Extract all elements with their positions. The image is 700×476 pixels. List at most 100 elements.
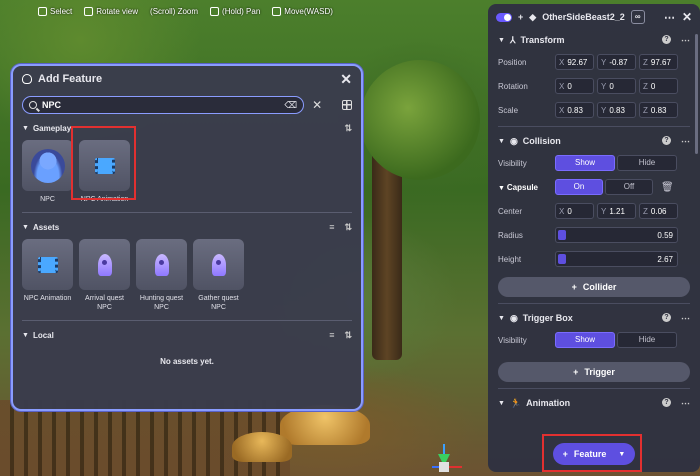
film-icon (37, 256, 58, 273)
close-icon[interactable]: ✕ (340, 71, 352, 88)
more-icon[interactable]: ⋯ (681, 398, 690, 409)
help-icon[interactable]: ? (662, 397, 671, 407)
gameplay-section-header[interactable]: ▼ Gameplay ⇅ (13, 120, 361, 136)
hint-move: Move(WASD) (272, 6, 333, 16)
height-slider[interactable]: 2.67 (555, 251, 678, 267)
scene-tree-foliage (360, 60, 480, 180)
capsule-off-option[interactable]: Off (605, 179, 653, 195)
help-icon[interactable]: ? (662, 135, 671, 145)
collapse-triangle-icon: ▼ (22, 124, 29, 132)
search-row: ⌫ ✕ (13, 92, 361, 114)
capsule-header[interactable]: ▼ Capsule (498, 183, 555, 192)
help-icon[interactable]: ? (662, 34, 671, 44)
divider (498, 303, 690, 304)
sort-icon[interactable]: ⇅ (344, 123, 352, 134)
divider (498, 126, 690, 127)
collapse-triangle-icon: ▼ (498, 36, 505, 44)
position-y-field[interactable]: Y -0.87 (597, 54, 636, 70)
divider (22, 320, 352, 322)
add-icon[interactable]: + (518, 12, 523, 22)
link-icon[interactable]: ∞ (630, 10, 645, 24)
add-feature-title: Add Feature (38, 73, 103, 85)
local-section-header[interactable]: ▼ Local ≡ ⇅ (13, 327, 361, 343)
trigger-hide-option[interactable]: Hide (617, 332, 677, 348)
collapse-triangle-icon: ▼ (498, 399, 505, 407)
assets-section-header[interactable]: ▼ Assets ≡ ⇅ (13, 219, 361, 235)
animation-header[interactable]: ▼ 🏃 Animation ? ⋯ (498, 393, 690, 413)
trigger-box-section: ▼ ◉ Trigger Box ? ⋯ Visibility Show Hide … (488, 308, 700, 382)
cube-icon: ◆ (529, 11, 537, 22)
center-y-field[interactable]: Y 1.21 (597, 203, 636, 219)
mouse-middle-icon (210, 6, 220, 16)
asset-thumbnail (79, 239, 130, 291)
position-x-field[interactable]: X 92.67 (555, 54, 594, 70)
collision-visibility-row: Visibility Show Hide (498, 151, 690, 175)
asset-card-hunting-quest[interactable]: Hunting quest NPC (136, 239, 187, 312)
trigger-visibility-row: Visibility Show Hide (498, 328, 690, 352)
transform-icon: ⅄ (509, 34, 516, 45)
scale-z-field[interactable]: Z 0.83 (639, 102, 678, 118)
help-icon[interactable]: ? (662, 312, 671, 322)
highlight-box (542, 434, 642, 472)
mouse-left-icon (38, 6, 47, 16)
feature-card-npc[interactable]: NPC (22, 140, 73, 204)
trigger-box-header[interactable]: ▼ ◉ Trigger Box ? ⋯ (498, 308, 690, 328)
more-icon[interactable]: ⋯ (681, 313, 690, 324)
rotation-x-field[interactable]: X0 (555, 78, 594, 94)
collapse-triangle-icon: ▼ (498, 314, 505, 322)
scrollbar[interactable] (695, 34, 698, 154)
add-feature-panel: Add Feature ✕ ⌫ ✕ ▼ Gameplay ⇅ NPC NPC A… (11, 64, 363, 411)
hint-pan: (Hold) Pan (210, 6, 260, 16)
gameplay-cards: NPC NPC Animation (13, 136, 361, 204)
sort-icon[interactable]: ⇅ (344, 222, 352, 233)
rocket-icon (97, 253, 112, 276)
sort-icon[interactable]: ⇅ (344, 330, 352, 341)
trash-icon[interactable]: 🗑 (661, 182, 674, 193)
eraser-icon[interactable]: ⌫ (284, 100, 297, 111)
running-figure-icon: 🏃 (509, 397, 522, 408)
filter-icon[interactable]: ≡ (329, 330, 334, 341)
rocket-icon (211, 253, 226, 276)
capsule-row: ▼ Capsule On Off 🗑 (498, 175, 690, 199)
center-z-field[interactable]: Z 0.06 (639, 203, 678, 219)
object-name: OtherSideBeast2_2 (542, 12, 625, 22)
transform-gizmo[interactable] (432, 440, 462, 474)
mouse-right-icon (84, 6, 94, 16)
clear-search-icon[interactable]: ✕ (312, 98, 322, 112)
center-x-field[interactable]: X0 (555, 203, 594, 219)
asset-card-gather-quest[interactable]: Gather quest NPC (193, 239, 244, 312)
rotation-z-field[interactable]: Z0 (639, 78, 678, 94)
more-icon[interactable]: ⋯ (681, 35, 690, 46)
search-input[interactable] (42, 100, 280, 110)
more-icon[interactable]: ⋯ (664, 11, 676, 24)
asset-thumbnail (22, 239, 73, 291)
grid-view-icon[interactable] (342, 100, 352, 110)
hint-select: Select (38, 6, 72, 16)
scale-row: Scale X 0.83 Y 0.83 Z 0.83 (498, 98, 690, 122)
collision-hide-option[interactable]: Hide (617, 155, 677, 171)
asset-card-npc-animation[interactable]: NPC Animation (22, 239, 73, 312)
scale-x-field[interactable]: X 0.83 (555, 102, 594, 118)
trigger-show-option[interactable]: Show (555, 332, 615, 348)
collision-header[interactable]: ▼ ◉ Collision ? ⋯ (498, 131, 690, 151)
add-collider-button[interactable]: + Collider (498, 277, 690, 297)
scale-y-field[interactable]: Y 0.83 (597, 102, 636, 118)
rotation-y-field[interactable]: Y0 (597, 78, 636, 94)
radius-slider[interactable]: 0.59 (555, 227, 678, 243)
position-z-field[interactable]: Z 97.67 (639, 54, 678, 70)
enable-toggle[interactable] (496, 12, 512, 22)
asset-card-arrival-quest[interactable]: Arrival quest NPC (79, 239, 130, 312)
collapse-triangle-icon: ▼ (22, 223, 29, 231)
capsule-on-option[interactable]: On (555, 179, 603, 195)
transform-header[interactable]: ▼ ⅄ Transform ? ⋯ (498, 30, 690, 50)
collision-section: ▼ ◉ Collision ? ⋯ Visibility Show Hide ▼ … (488, 131, 700, 297)
add-trigger-button[interactable]: + Trigger (498, 362, 690, 382)
highlight-box (71, 126, 136, 200)
collision-show-option[interactable]: Show (555, 155, 615, 171)
search-box[interactable]: ⌫ (22, 96, 305, 114)
hint-zoom: (Scroll) Zoom (150, 6, 199, 16)
close-icon[interactable]: ✕ (682, 10, 692, 24)
viewport-hints: Select Rotate view (Scroll) Zoom (Hold) … (0, 0, 333, 22)
more-icon[interactable]: ⋯ (681, 136, 690, 147)
filter-icon[interactable]: ≡ (329, 222, 334, 233)
